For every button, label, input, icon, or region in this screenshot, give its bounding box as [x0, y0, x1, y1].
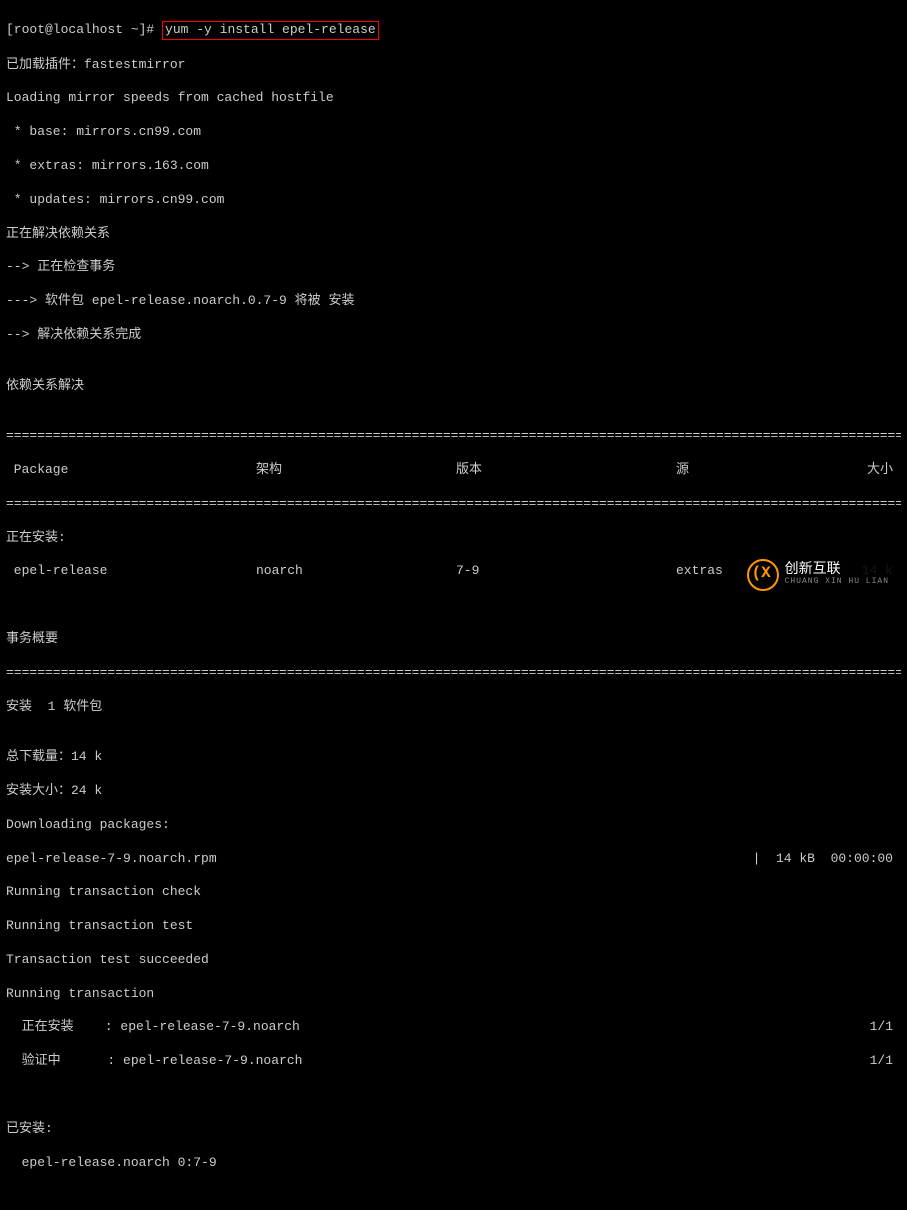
watermark-logo-icon — [747, 559, 779, 591]
output-line: Running transaction test — [6, 918, 901, 935]
blank-line — [6, 597, 901, 614]
installed-header: 已安装: — [6, 1121, 901, 1138]
watermark-text: 创新互联 — [785, 563, 889, 577]
txn-summary-label: 事务概要 — [6, 631, 901, 648]
divider-line: ========================================… — [6, 665, 901, 682]
output-line: 总下载量：14 k — [6, 749, 901, 766]
action-label: 验证中 : epel-release-7-9.noarch — [6, 1053, 833, 1070]
col-arch: 架构 — [256, 462, 456, 479]
divider-line: ========================================… — [6, 428, 901, 445]
action-label: 正在安装 : epel-release-7-9.noarch — [6, 1019, 833, 1036]
output-line: Loading mirror speeds from cached hostfi… — [6, 90, 901, 107]
output-line: * extras: mirrors.163.com — [6, 158, 901, 175]
terminal-output[interactable]: [root@localhost ~]# yum -y install epel-… — [0, 0, 907, 1210]
output-line: --> 正在检查事务 — [6, 259, 901, 276]
col-version: 版本 — [456, 462, 676, 479]
output-line: * base: mirrors.cn99.com — [6, 124, 901, 141]
action-progress: 1/1 — [833, 1053, 901, 1070]
watermark: 创新互联 CHUANG XIN HU LIAN — [739, 555, 897, 595]
divider-line: ========================================… — [6, 496, 901, 513]
output-line: 已加载插件：fastestmirror — [6, 57, 901, 74]
action-row: 验证中 : epel-release-7-9.noarch 1/1 — [6, 1053, 901, 1070]
action-row: 正在安装 : epel-release-7-9.noarch 1/1 — [6, 1019, 901, 1036]
output-line: Downloading packages: — [6, 817, 901, 834]
col-repo: 源 — [676, 462, 856, 479]
download-file: epel-release-7-9.noarch.rpm — [6, 851, 673, 868]
section-installing: 正在安装: — [6, 530, 901, 547]
output-line: 依赖关系解决 — [6, 378, 901, 395]
output-line: Running transaction — [6, 986, 901, 1003]
output-line: Transaction test succeeded — [6, 952, 901, 969]
cell-version: 7-9 — [456, 563, 676, 580]
output-line: 正在解决依赖关系 — [6, 226, 901, 243]
install-count: 安装 1 软件包 — [6, 699, 901, 716]
col-size: 大小 — [856, 462, 901, 479]
download-row: epel-release-7-9.noarch.rpm | 14 kB 00:0… — [6, 851, 901, 868]
cell-package: epel-release — [6, 563, 256, 580]
shell-prompt: [root@localhost ~]# — [6, 22, 162, 37]
installed-package: epel-release.noarch 0:7-9 — [6, 1155, 901, 1172]
output-line: 安装大小：24 k — [6, 783, 901, 800]
highlighted-command: yum -y install epel-release — [162, 21, 379, 40]
action-progress: 1/1 — [833, 1019, 901, 1036]
output-line: Running transaction check — [6, 884, 901, 901]
watermark-subtext: CHUANG XIN HU LIAN — [785, 577, 889, 587]
blank-line — [6, 1087, 901, 1104]
col-package: Package — [6, 462, 256, 479]
output-line: * updates: mirrors.cn99.com — [6, 192, 901, 209]
output-line: ---> 软件包 epel-release.noarch.0.7-9 将被 安装 — [6, 293, 901, 310]
blank-line — [6, 1188, 901, 1205]
output-line: --> 解决依赖关系完成 — [6, 327, 901, 344]
cell-arch: noarch — [256, 563, 456, 580]
table-header-row: Package 架构 版本 源 大小 — [6, 462, 901, 479]
download-progress: | 14 kB 00:00:00 — [673, 851, 901, 868]
